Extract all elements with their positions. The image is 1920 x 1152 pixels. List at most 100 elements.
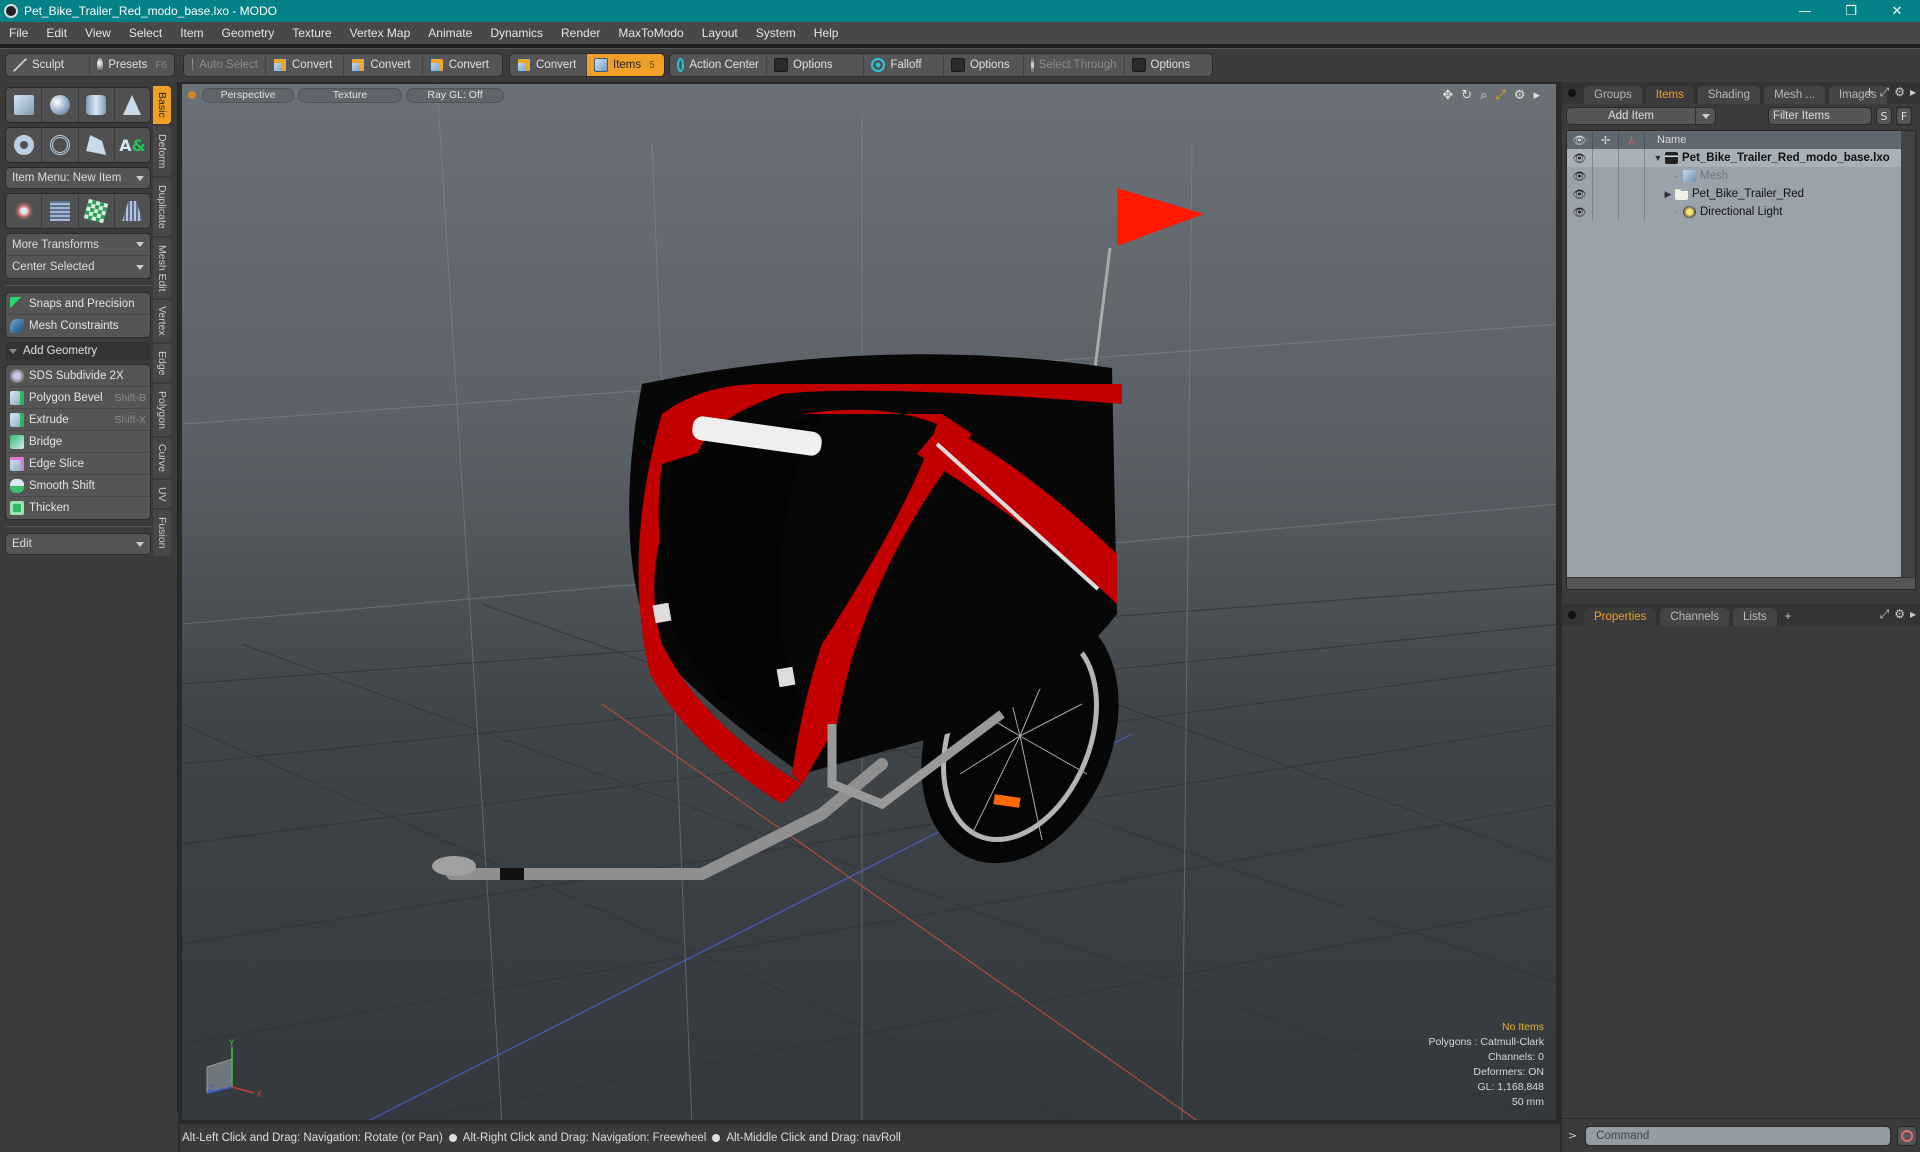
vtab-uv[interactable]: UV	[153, 480, 171, 508]
vtab-basic[interactable]: Basic	[153, 86, 171, 124]
scene-canvas[interactable]	[182, 84, 1558, 1122]
expand-icon[interactable]: ⤢	[1880, 85, 1890, 100]
item-list-vscrollbar[interactable]	[1901, 131, 1915, 589]
convert-polygons-button[interactable]: Convert	[423, 54, 502, 76]
sphere-tool[interactable]	[42, 88, 79, 122]
sds-subdivide-button[interactable]: SDS Subdivide 2X	[6, 365, 150, 387]
shading-mode-button[interactable]: Texture	[298, 87, 402, 103]
vtab-curve[interactable]: Curve	[153, 438, 171, 478]
spiral-tool[interactable]	[42, 128, 79, 162]
fit-view-icon[interactable]: ⤢	[1495, 88, 1505, 103]
rotate-icon[interactable]: ↻	[1461, 88, 1472, 103]
expand-arrow-icon[interactable]: ▸	[1533, 88, 1540, 103]
mesh-constraints-button[interactable]: Mesh Constraints	[6, 315, 150, 337]
filter-f-button[interactable]: F	[1896, 107, 1912, 125]
visibility-column-icon[interactable]: 👁	[1567, 131, 1593, 149]
lock-column-icon[interactable]: ✢	[1593, 131, 1619, 149]
vtab-duplicate[interactable]: Duplicate	[153, 178, 171, 236]
gear-icon[interactable]: ⚙	[1514, 88, 1526, 103]
convert-materials-button[interactable]: Convert	[510, 54, 588, 76]
menu-layout[interactable]: Layout	[693, 26, 747, 40]
close-button[interactable]: ✕	[1874, 0, 1920, 22]
list-item[interactable]: 👁 · Directional Light	[1567, 203, 1915, 221]
torus-tool[interactable]	[6, 128, 43, 162]
eye-icon[interactable]: 👁	[1567, 167, 1593, 185]
cone-tool[interactable]	[115, 88, 150, 122]
lattice-tool[interactable]	[42, 194, 79, 228]
eye-icon[interactable]: 👁	[1567, 185, 1593, 203]
menu-help[interactable]: Help	[805, 26, 848, 40]
center-selected-dropdown[interactable]: Center Selected	[6, 256, 150, 278]
eye-icon[interactable]: 👁	[1567, 149, 1593, 167]
falloff-button[interactable]: Falloff	[864, 54, 944, 76]
menu-item[interactable]: Item	[171, 26, 212, 40]
menu-file[interactable]: File	[0, 26, 37, 40]
list-item[interactable]: 👁 · Mesh	[1567, 167, 1915, 185]
more-transforms-dropdown[interactable]: More Transforms	[6, 234, 150, 256]
3d-viewport[interactable]: Perspective Texture Ray GL: Off ✥ ↻ ⌕ ⤢ …	[180, 82, 1558, 1122]
menu-animate[interactable]: Animate	[419, 26, 481, 40]
tab-mesh[interactable]: Mesh ...	[1764, 86, 1825, 104]
expand-triangle-icon[interactable]: ▼	[1651, 153, 1665, 163]
gear-icon[interactable]: ⚙	[1894, 85, 1905, 100]
pan-icon[interactable]: ✥	[1442, 88, 1453, 103]
minimize-button[interactable]: —	[1782, 0, 1828, 22]
edge-slice-button[interactable]: Edge Slice	[6, 453, 150, 475]
filter-s-button[interactable]: S	[1876, 107, 1892, 125]
vtab-vertex[interactable]: Vertex	[153, 300, 171, 342]
edit-dropdown[interactable]: Edit	[5, 533, 151, 555]
menu-select[interactable]: Select	[120, 26, 171, 40]
gear-icon[interactable]: ⚙	[1894, 607, 1905, 622]
polygon-bevel-button[interactable]: Polygon Bevel Shift-B	[6, 387, 150, 409]
eye-icon[interactable]: 👁	[1567, 203, 1593, 221]
select-through-options-button[interactable]: Options	[1125, 54, 1212, 76]
menu-texture[interactable]: Texture	[283, 26, 340, 40]
menu-dynamics[interactable]: Dynamics	[481, 26, 552, 40]
view-type-button[interactable]: Perspective	[202, 87, 294, 103]
extrude-button[interactable]: Extrude Shift-X	[6, 409, 150, 431]
snaps-precision-button[interactable]: Snaps and Precision	[6, 293, 150, 315]
menu-maxtomodo[interactable]: MaxToModo	[609, 26, 692, 40]
tab-groups[interactable]: Groups	[1584, 86, 1642, 104]
vtab-mesh-edit[interactable]: Mesh Edit	[153, 238, 171, 298]
smooth-shift-button[interactable]: Smooth Shift	[6, 475, 150, 497]
arrow-right-icon[interactable]: ▸	[1910, 607, 1916, 622]
bridge-button[interactable]: Bridge	[6, 431, 150, 453]
presets-button[interactable]: Presets F6	[90, 54, 174, 76]
record-macro-button[interactable]	[1897, 1125, 1918, 1146]
add-tab-icon[interactable]: +	[1781, 608, 1796, 626]
vtab-edge[interactable]: Edge	[153, 344, 171, 382]
item-list-hscrollbar[interactable]	[1567, 577, 1915, 589]
name-column-header[interactable]: Name	[1645, 134, 1686, 146]
tab-lists[interactable]: Lists	[1733, 608, 1777, 626]
vtab-fusion[interactable]: Fusion	[153, 510, 171, 556]
action-center-button[interactable]: Action Center	[670, 54, 767, 76]
list-item[interactable]: 👁 ▶ Pet_Bike_Trailer_Red	[1567, 185, 1915, 203]
action-center-options-button[interactable]: Options	[767, 54, 865, 76]
text-tool[interactable]: A&	[115, 128, 150, 162]
add-geometry-header[interactable]: Add Geometry	[5, 342, 151, 360]
tab-shading[interactable]: Shading	[1697, 86, 1761, 104]
vtab-deform[interactable]: Deform	[153, 126, 171, 176]
uv-tool[interactable]	[79, 194, 115, 228]
item-menu-dropdown[interactable]: Item Menu: New Item	[5, 167, 151, 189]
select-through-button[interactable]: Select Through	[1024, 54, 1125, 76]
raygl-button[interactable]: Ray GL: Off	[406, 87, 504, 103]
command-input[interactable]: Command	[1585, 1125, 1892, 1146]
sculpt-button[interactable]: Sculpt	[6, 54, 90, 76]
items-mode-button[interactable]: Items 5	[587, 54, 664, 76]
expand-arrow-icon[interactable]: ▶	[1661, 189, 1675, 200]
pen-tool[interactable]	[79, 128, 115, 162]
menu-render[interactable]: Render	[552, 26, 609, 40]
list-item[interactable]: 👁 ▼ Pet_Bike_Trailer_Red_modo_base.lxo	[1567, 149, 1915, 167]
cube-tool[interactable]	[6, 88, 43, 122]
menu-geometry[interactable]: Geometry	[213, 26, 284, 40]
cylinder-tool[interactable]	[79, 88, 115, 122]
taper-tool[interactable]	[115, 194, 150, 228]
add-item-button[interactable]: Add Item	[1566, 107, 1716, 125]
tab-channels[interactable]: Channels	[1660, 608, 1730, 626]
transform-column-icon[interactable]: ⅄	[1619, 131, 1645, 149]
menu-system[interactable]: System	[747, 26, 805, 40]
tab-properties[interactable]: Properties	[1584, 608, 1657, 626]
tab-items[interactable]: Items	[1645, 86, 1694, 104]
